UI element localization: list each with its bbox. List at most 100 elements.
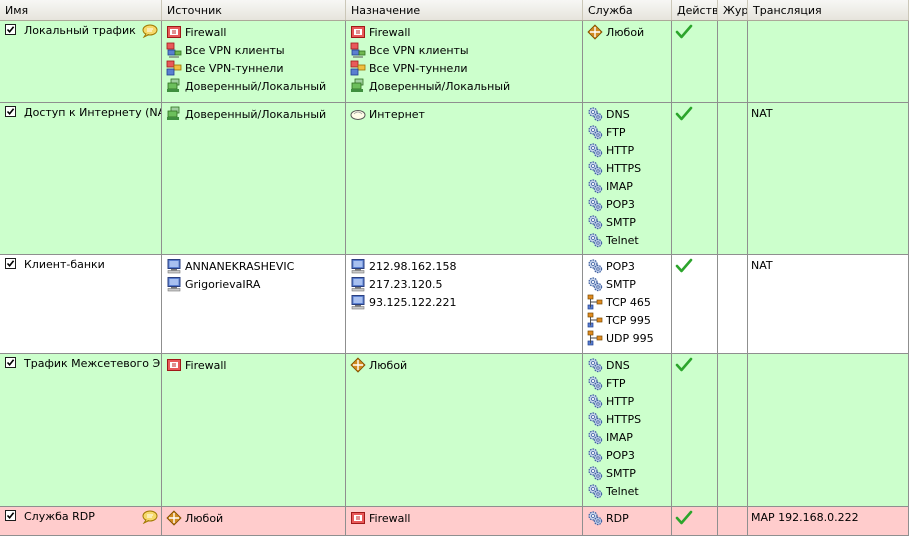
service-cell[interactable]: Любой	[583, 21, 672, 102]
trusted-network-icon	[167, 106, 180, 120]
rule-enabled-checkbox[interactable]	[5, 357, 16, 368]
destination-column-header[interactable]: Назначение	[346, 0, 583, 20]
rule-row[interactable]: Клиент-банки ANNANEKRASHEVIC GrigorievaIRA…	[0, 255, 909, 354]
rule-row[interactable]: Локальный трафик Firewall Все VPN клиенты В…	[0, 21, 909, 103]
service-item-label: UDP 995	[606, 332, 654, 345]
computer-icon	[351, 295, 365, 310]
action-cell[interactable]	[672, 103, 718, 254]
any-icon	[166, 510, 182, 526]
rule-row[interactable]: Доступ к Интернету (NAT) Доверенный/Локал…	[0, 103, 909, 255]
source-item-label: Доверенный/Локальный	[185, 108, 327, 121]
translation-cell[interactable]: NAT	[748, 255, 909, 353]
source-item-label: ANNANEKRASHEVIC	[185, 260, 295, 273]
service-item-label: POP3	[606, 449, 635, 462]
name-cell[interactable]: Доступ к Интернету (NAT)	[0, 103, 162, 254]
service-column-header[interactable]: Служба	[583, 0, 672, 20]
source-cell[interactable]: ANNANEKRASHEVIC GrigorievaIRA	[162, 255, 346, 353]
destination-cell[interactable]: 212.98.162.158 217.23.120.5 93.125.122.221	[346, 255, 583, 353]
service-cell[interactable]: DNS FTP HTTP HTTPS IMAP POP3 SMTP Telnet	[583, 354, 672, 506]
service-item-label: POP3	[606, 198, 635, 211]
allow-checkmark-icon[interactable]	[675, 510, 693, 526]
source-cell[interactable]: Любой	[162, 507, 346, 535]
rule-row[interactable]: Служба RDP Любой Firewall RDP MAP 192.168.0.…	[0, 507, 909, 536]
name-cell[interactable]: Локальный трафик	[0, 21, 162, 102]
service-gears-icon	[588, 197, 603, 212]
service-item-label: HTTP	[606, 395, 635, 408]
name-cell[interactable]: Трафик Межсетевого Экрана	[0, 354, 162, 506]
translation-label: MAP 192.168.0.222	[751, 511, 859, 524]
service-gears-icon	[588, 484, 603, 499]
rule-enabled-checkbox[interactable]	[5, 510, 16, 521]
service-gears-icon	[588, 412, 603, 427]
source-item-label: Все VPN клиенты	[185, 44, 285, 57]
trusted-network-icon	[167, 78, 180, 92]
service-item-label: FTP	[606, 126, 626, 139]
log-column-header[interactable]: Журн	[718, 0, 748, 20]
action-cell[interactable]	[672, 354, 718, 506]
destination-cell[interactable]: Интернет	[346, 103, 583, 254]
rule-enabled-checkbox[interactable]	[5, 24, 16, 35]
name-cell[interactable]: Клиент-банки	[0, 255, 162, 353]
source-cell[interactable]: Firewall	[162, 354, 346, 506]
translation-cell[interactable]: MAP 192.168.0.222	[748, 507, 909, 535]
destination-item-label: Все VPN клиенты	[369, 44, 469, 57]
source-cell[interactable]: Доверенный/Локальный	[162, 103, 346, 254]
destination-item-label: Интернет	[369, 108, 425, 121]
vpn-clients-icon	[166, 42, 182, 58]
source-cell[interactable]: Firewall Все VPN клиенты Все VPN-туннели До…	[162, 21, 346, 102]
service-gears-icon	[588, 358, 603, 373]
destination-item-label: Firewall	[369, 512, 411, 525]
rule-enabled-checkbox[interactable]	[5, 106, 16, 117]
computer-icon	[351, 259, 365, 274]
destination-cell[interactable]: Любой	[346, 354, 583, 506]
computer-icon	[167, 259, 181, 274]
comment-bubble-icon[interactable]	[142, 510, 158, 524]
service-gears-icon	[588, 466, 603, 481]
source-item-label: Любой	[185, 512, 224, 525]
destination-cell[interactable]: Firewall	[346, 507, 583, 535]
rule-enabled-checkbox[interactable]	[5, 258, 16, 269]
service-item-label: SMTP	[606, 467, 636, 480]
service-gears-icon	[588, 233, 603, 248]
action-column-header[interactable]: Действи	[672, 0, 718, 20]
allow-checkmark-icon[interactable]	[675, 106, 693, 122]
allow-checkmark-icon[interactable]	[675, 258, 693, 274]
port-icon	[587, 330, 603, 346]
name-column-header[interactable]: Имя	[0, 0, 162, 20]
destination-item-label: 217.23.120.5	[369, 278, 443, 291]
destination-item-label: 212.98.162.158	[369, 260, 457, 273]
source-item-label: Доверенный/Локальный	[185, 80, 327, 93]
allow-checkmark-icon[interactable]	[675, 24, 693, 40]
translation-cell[interactable]: NAT	[748, 103, 909, 254]
service-item-label: HTTPS	[606, 162, 642, 175]
firewall-icon	[351, 26, 365, 38]
destination-cell[interactable]: Firewall Все VPN клиенты Все VPN-туннели До…	[346, 21, 583, 102]
destination-item-label: Firewall	[369, 26, 411, 39]
name-cell[interactable]: Служба RDP	[0, 507, 162, 535]
service-cell[interactable]: DNS FTP HTTP HTTPS IMAP POP3 SMTP Telnet	[583, 103, 672, 254]
service-gears-icon	[588, 107, 603, 122]
allow-checkmark-icon[interactable]	[675, 357, 693, 373]
service-cell[interactable]: RDP	[583, 507, 672, 535]
translation-cell[interactable]	[748, 354, 909, 506]
rule-name: Служба RDP	[24, 510, 95, 523]
source-column-header[interactable]: Источник	[162, 0, 346, 20]
translation-column-header[interactable]: Трансляция	[748, 0, 909, 20]
service-gears-icon	[588, 511, 603, 526]
translation-cell[interactable]	[748, 21, 909, 102]
action-cell[interactable]	[672, 21, 718, 102]
translation-label: NAT	[751, 107, 773, 120]
service-item-label: SMTP	[606, 278, 636, 291]
service-cell[interactable]: POP3 SMTP TCP 465 TCP 995 UDP 995	[583, 255, 672, 353]
action-cell[interactable]	[672, 507, 718, 535]
service-gears-icon	[588, 125, 603, 140]
rule-name: Локальный трафик	[24, 24, 136, 37]
any-icon	[350, 357, 366, 373]
vpn-tunnels-icon	[166, 60, 182, 76]
rule-row[interactable]: Трафик Межсетевого Экрана Firewall Любой DN…	[0, 354, 909, 507]
log-cell	[718, 103, 748, 254]
comment-bubble-icon[interactable]	[142, 24, 158, 38]
action-cell[interactable]	[672, 255, 718, 353]
computer-icon	[351, 277, 365, 292]
destination-item-label: Все VPN-туннели	[369, 62, 468, 75]
